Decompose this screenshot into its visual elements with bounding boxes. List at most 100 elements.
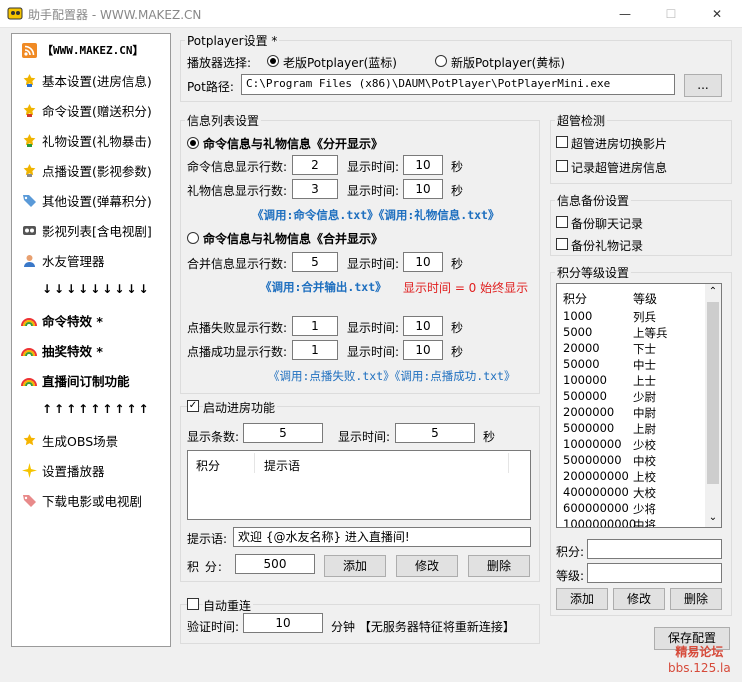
- room-time-input[interactable]: 5: [395, 423, 475, 443]
- col-prompt-header[interactable]: 提示语: [264, 457, 300, 474]
- browse-button[interactable]: ...: [684, 74, 722, 97]
- gift-rows-input[interactable]: 3: [292, 179, 338, 199]
- prompt-input[interactable]: 欢迎 {@水友名称} 进入直播间!: [233, 527, 531, 547]
- star-badge-icon: [21, 132, 37, 148]
- room-delete-button[interactable]: 删除: [468, 555, 530, 577]
- radio-old-player[interactable]: [267, 55, 279, 67]
- levels-group-title: 积分等级设置: [555, 264, 632, 281]
- backup-chat-label[interactable]: 备份聊天记录: [571, 215, 643, 232]
- sidebar-item-custom[interactable]: 直播间订制功能: [21, 370, 130, 390]
- col-divider: [508, 453, 509, 473]
- star-badge-icon: [21, 162, 37, 178]
- row-level: 上校: [633, 470, 656, 484]
- sidebar-item-fans[interactable]: 水友管理器: [21, 250, 105, 270]
- prompt-table[interactable]: 积分 提示语: [187, 450, 531, 520]
- sidebar-item-basic[interactable]: 基本设置(进房信息): [21, 70, 152, 90]
- room-add-button[interactable]: 添加: [324, 555, 386, 577]
- points-input[interactable]: 500: [235, 554, 315, 574]
- seconds-label: 秒: [451, 257, 464, 271]
- merge-time-input[interactable]: 10: [403, 252, 443, 272]
- star-badge-icon: [21, 102, 37, 118]
- count-label: 显示条数:: [187, 430, 240, 444]
- option-new-label[interactable]: 新版Potplayer(黄标): [451, 54, 565, 71]
- maximize-button[interactable]: ☐: [648, 0, 694, 28]
- verify-time-label: 验证时间:: [187, 620, 240, 634]
- col-points-header[interactable]: 积分: [196, 457, 220, 474]
- level-add-button[interactable]: 添加: [556, 588, 608, 610]
- option-old-label[interactable]: 老版Potplayer(蓝标): [283, 54, 397, 71]
- sidebar-item-download[interactable]: 下载电影或电视剧: [21, 490, 142, 510]
- sidebar-item-website[interactable]: 【WWW.MAKEZ.CN】: [21, 40, 143, 60]
- enable-room-checkbox[interactable]: ✓: [187, 400, 199, 412]
- room-modify-button[interactable]: 修改: [396, 555, 458, 577]
- sidebar-item-command-effects[interactable]: 命令特效 *: [21, 310, 103, 330]
- sidebar-item-player[interactable]: 设置播放器: [21, 460, 105, 480]
- success-rows-input[interactable]: 1: [292, 340, 338, 360]
- app-icon: [7, 7, 23, 20]
- row-points: 10000000: [563, 437, 622, 451]
- sidebar-item-label: 生成OBS场景: [42, 433, 119, 449]
- sidebar-item-label: 点播设置(影视参数): [42, 163, 152, 179]
- seconds-label: 秒: [451, 184, 464, 198]
- sidebar-item-command[interactable]: 命令设置(赠送积分): [21, 100, 152, 120]
- cmd-time-input[interactable]: 10: [403, 155, 443, 175]
- fail-rows-input[interactable]: 1: [292, 316, 338, 336]
- arrows-down: ↓↓↓↓↓↓↓↓↓: [42, 282, 151, 296]
- level-name-input[interactable]: [587, 563, 722, 583]
- gift-time-label: 显示时间:: [347, 184, 400, 198]
- row-points: 100000: [563, 373, 607, 387]
- super-admin-record-checkbox[interactable]: [556, 160, 568, 172]
- level-modify-button[interactable]: 修改: [613, 588, 665, 610]
- mode-separate-label[interactable]: 命令信息与礼物信息《分开显示》: [203, 135, 383, 152]
- radio-new-player[interactable]: [435, 55, 447, 67]
- close-button[interactable]: ✕: [694, 0, 740, 28]
- sidebar-item-lottery-effects[interactable]: 抽奖特效 *: [21, 340, 103, 360]
- backup-chat-checkbox[interactable]: [556, 216, 568, 228]
- level-points-input[interactable]: [587, 539, 722, 559]
- title-bar: 助手配置器 - WWW.MAKEZ.CN — ☐ ✕: [0, 0, 742, 28]
- fail-time-input[interactable]: 10: [403, 316, 443, 336]
- mode-merge-label[interactable]: 命令信息与礼物信息《合并显示》: [203, 230, 383, 247]
- sidebar-item-movies[interactable]: 影视列表[含电视剧]: [21, 220, 152, 240]
- scroll-thumb[interactable]: [707, 302, 719, 484]
- enable-room-label[interactable]: 启动进房功能: [203, 399, 278, 416]
- scroll-down-icon[interactable]: ⌄: [705, 510, 721, 526]
- row-points: 500000: [563, 389, 607, 403]
- radio-merge-mode[interactable]: [187, 232, 199, 244]
- merge-rows-input[interactable]: 5: [292, 252, 338, 272]
- reconnect-note: 分钟 【无服务器特征将重新连接】: [331, 620, 515, 634]
- backup-gift-checkbox[interactable]: [556, 238, 568, 250]
- level-delete-button[interactable]: 删除: [670, 588, 722, 610]
- gift-time-input[interactable]: 10: [403, 179, 443, 199]
- row-level: 少尉: [633, 390, 656, 404]
- hint-merge-note: 显示时间 = 0 始终显示: [403, 281, 529, 295]
- row-level: 中尉: [633, 406, 656, 420]
- count-input[interactable]: 5: [243, 423, 323, 443]
- path-input[interactable]: C:\Program Files (x86)\DAUM\PotPlayer\Po…: [241, 74, 675, 95]
- backup-gift-label[interactable]: 备份礼物记录: [571, 237, 643, 254]
- points-label: 积 分:: [187, 560, 223, 574]
- radio-separate-mode[interactable]: [187, 137, 199, 149]
- sidebar-item-gift[interactable]: 礼物设置(礼物暴击): [21, 130, 152, 150]
- verify-time-input[interactable]: 10: [243, 613, 323, 633]
- sidebar-item-obs[interactable]: 生成OBS场景: [21, 430, 118, 450]
- levels-col-points-header[interactable]: 积分: [563, 290, 587, 307]
- super-admin-switch-label[interactable]: 超管进房切换影片: [571, 135, 667, 152]
- super-admin-switch-checkbox[interactable]: [556, 136, 568, 148]
- reconnect-label[interactable]: 自动重连: [203, 597, 254, 614]
- super-admin-record-label[interactable]: 记录超管进房信息: [571, 159, 667, 176]
- sidebar-item-other[interactable]: 其他设置(弹幕积分): [21, 190, 152, 210]
- minimize-button[interactable]: —: [602, 0, 648, 28]
- sidebar-item-label: 礼物设置(礼物暴击): [42, 133, 152, 149]
- row-points: 2000000: [563, 405, 615, 419]
- cmd-rows-input[interactable]: 2: [292, 155, 338, 175]
- success-time-input[interactable]: 10: [403, 340, 443, 360]
- levels-table[interactable]: 积分 等级 1000 列兵 5000 上等兵 20000 下士 50000 中士 100000 上…: [556, 283, 722, 528]
- scroll-up-icon[interactable]: ⌃: [705, 284, 721, 300]
- sidebar-item-vod[interactable]: 点播设置(影视参数): [21, 160, 152, 180]
- hint-merge-file: 《调用:合并输出.txt》: [260, 280, 387, 294]
- row-level: 上尉: [633, 422, 656, 436]
- levels-col-level-header[interactable]: 等级: [633, 290, 657, 307]
- reconnect-checkbox[interactable]: [187, 598, 199, 610]
- levels-scrollbar[interactable]: ⌃ ⌄: [705, 284, 721, 527]
